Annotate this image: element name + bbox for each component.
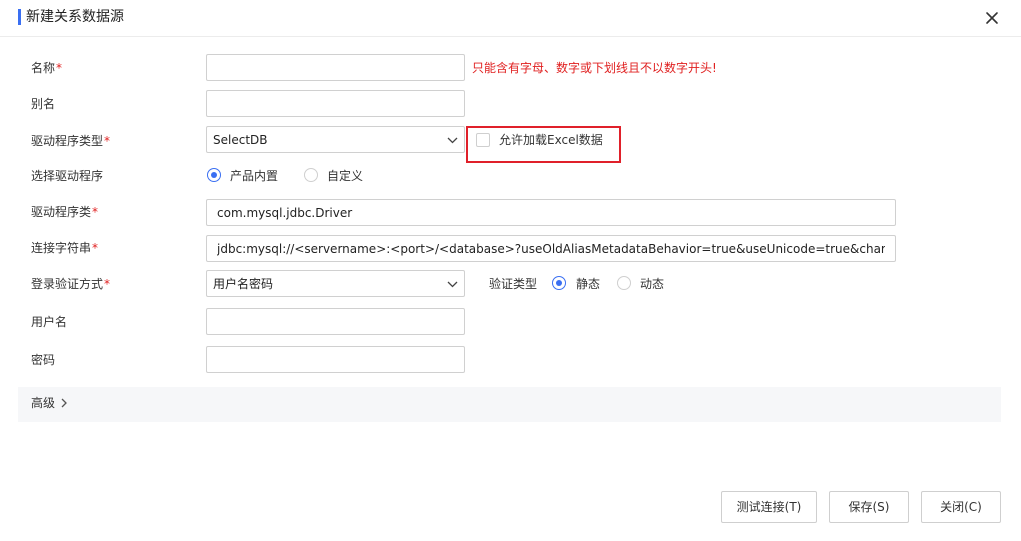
chevron-down-icon bbox=[447, 137, 458, 144]
driver-choice-label: 选择驱动程序 bbox=[31, 169, 104, 183]
close-icon[interactable] bbox=[982, 8, 1002, 28]
dialog-title: 新建关系数据源 bbox=[26, 9, 124, 25]
title-accent-bar bbox=[18, 9, 21, 25]
driver-type-select[interactable]: SelectDB bbox=[206, 126, 465, 153]
radio-builtin[interactable] bbox=[207, 168, 221, 182]
connection-string-input[interactable] bbox=[206, 235, 896, 262]
username-input[interactable] bbox=[206, 308, 465, 335]
close-button[interactable]: 关闭(C) bbox=[921, 491, 1001, 523]
advanced-section[interactable]: 高级 bbox=[18, 387, 1001, 422]
save-button[interactable]: 保存(S) bbox=[829, 491, 909, 523]
username-label: 用户名 bbox=[31, 315, 68, 329]
radio-custom[interactable] bbox=[304, 168, 318, 182]
advanced-label[interactable]: 高级 bbox=[31, 396, 55, 410]
driver-class-label: 驱动程序类* bbox=[31, 205, 99, 219]
driver-type-value: SelectDB bbox=[213, 133, 268, 147]
login-auth-label: 登录验证方式* bbox=[31, 277, 111, 291]
new-relational-datasource-dialog: 新建关系数据源 名称* 只能含有字母、数字或下划线且不以数字开头! 别名 驱动程… bbox=[0, 0, 1021, 541]
test-connection-button[interactable]: 测试连接(T) bbox=[721, 491, 817, 523]
alias-label: 别名 bbox=[31, 97, 56, 111]
name-label: 名称* bbox=[31, 61, 63, 75]
radio-static-label: 静态 bbox=[576, 277, 601, 291]
name-error-message: 只能含有字母、数字或下划线且不以数字开头! bbox=[472, 61, 717, 75]
radio-dynamic-label: 动态 bbox=[640, 277, 665, 291]
radio-static[interactable] bbox=[552, 276, 566, 290]
radio-dynamic[interactable] bbox=[617, 276, 631, 290]
password-input[interactable] bbox=[206, 346, 465, 373]
password-label: 密码 bbox=[31, 353, 56, 367]
alias-input[interactable] bbox=[206, 90, 465, 117]
radio-custom-label: 自定义 bbox=[327, 169, 364, 183]
auth-type-label: 验证类型 bbox=[489, 277, 538, 291]
allow-excel-label: 允许加载Excel数据 bbox=[499, 133, 603, 147]
chevron-right-icon bbox=[61, 398, 67, 408]
driver-type-label: 驱动程序类型* bbox=[31, 134, 111, 148]
login-auth-select[interactable]: 用户名密码 bbox=[206, 270, 465, 297]
radio-builtin-label: 产品内置 bbox=[230, 169, 279, 183]
title-bar: 新建关系数据源 bbox=[0, 0, 1021, 37]
connection-string-label: 连接字符串* bbox=[31, 241, 99, 255]
chevron-down-icon bbox=[447, 281, 458, 288]
name-input[interactable] bbox=[206, 54, 465, 81]
allow-excel-checkbox[interactable] bbox=[476, 133, 490, 147]
driver-class-input[interactable] bbox=[206, 199, 896, 226]
login-auth-value: 用户名密码 bbox=[213, 277, 274, 291]
